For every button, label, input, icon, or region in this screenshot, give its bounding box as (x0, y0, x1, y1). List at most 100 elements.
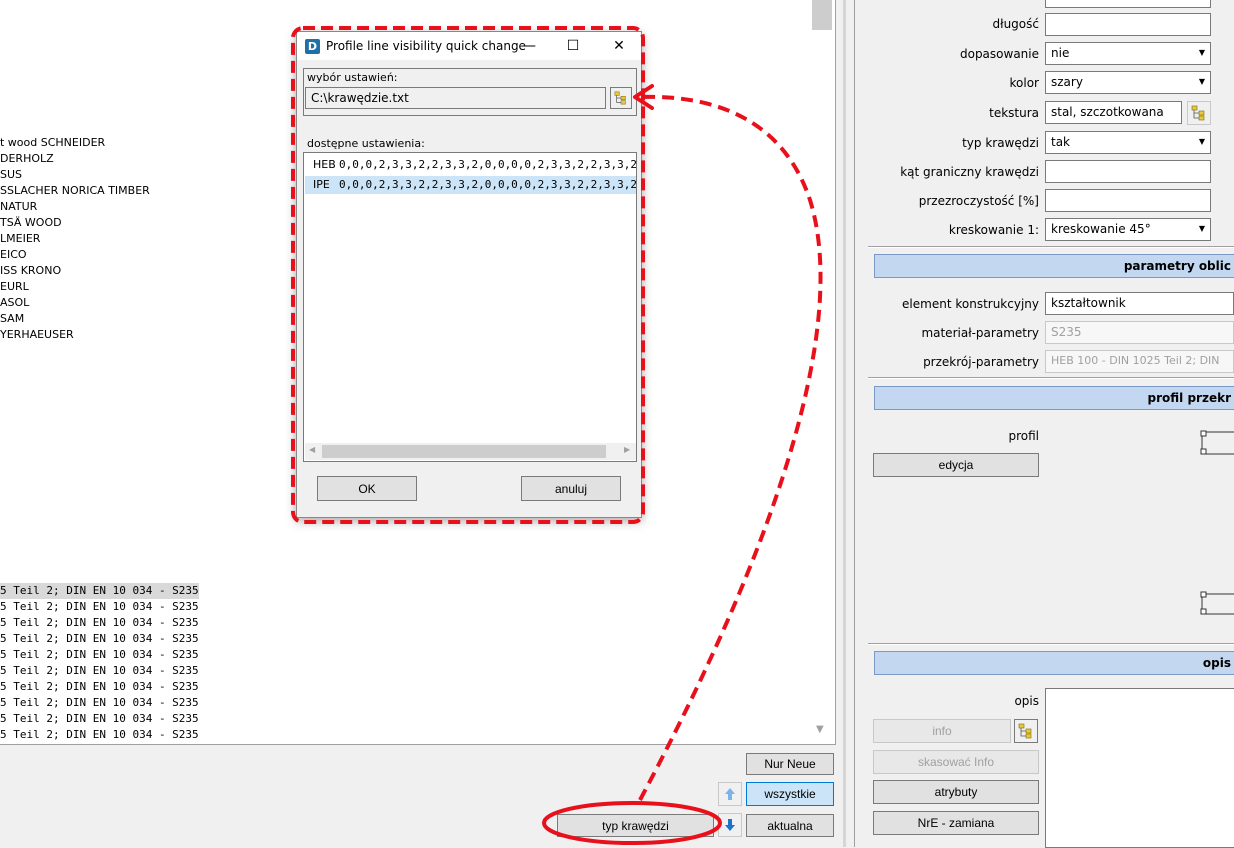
list-item[interactable]: NATUR (0, 199, 37, 215)
table-row[interactable]: 5 Teil 2; DIN EN 10 034 - S235 (0, 615, 199, 631)
profil-label: profil (1008, 429, 1039, 443)
tree-browse-icon (1191, 105, 1205, 121)
kolor-value: szary (1051, 75, 1083, 89)
maximize-button[interactable]: ☐ (551, 32, 595, 60)
list-item[interactable]: ISS KRONO (0, 263, 61, 279)
tekstura-browse-button[interactable] (1187, 101, 1211, 125)
separator (868, 643, 1234, 645)
kat-graniczny-label: kąt graniczny krawędzi (900, 165, 1039, 179)
close-icon: ✕ (613, 38, 625, 54)
table-row[interactable]: 5 Teil 2; DIN EN 10 034 - S235 (0, 727, 199, 743)
separator (868, 246, 1234, 248)
skasowac-info-button[interactable]: skasować Info (873, 750, 1039, 774)
aktualna-button[interactable]: aktualna (746, 814, 834, 837)
close-button[interactable]: ✕ (597, 32, 641, 60)
nur-neue-button[interactable]: Nur Neue (746, 753, 834, 775)
settings-path-field[interactable]: C:\krawędzie.txt (305, 87, 606, 109)
scrollbar-thumb[interactable] (322, 445, 606, 458)
table-row[interactable]: 5 Teil 2; DIN EN 10 034 - S235 (0, 647, 199, 663)
panel-divider (854, 0, 855, 847)
edycja-button[interactable]: edycja (873, 453, 1039, 477)
dopasowanie-select[interactable]: nie (1045, 42, 1211, 65)
info-button[interactable]: info (873, 719, 1011, 743)
wszystkie-button[interactable]: wszystkie (746, 782, 834, 806)
element-konstrukcyjny-field[interactable]: kształtownik (1045, 292, 1234, 315)
list-item[interactable]: t wood SCHNEIDER (0, 135, 105, 151)
table-row[interactable]: 5 Teil 2; DIN EN 10 034 - S235 (0, 599, 199, 615)
ok-button[interactable]: OK (317, 476, 417, 501)
list-item[interactable]: SUS (0, 167, 22, 183)
opis-section-header[interactable]: opis (874, 651, 1234, 675)
list-item[interactable]: SSLACHER NORICA TIMBER (0, 183, 150, 199)
tree-browse-icon (614, 91, 626, 105)
list-item[interactable]: YERHAEUSER (0, 327, 74, 343)
typ-krawedzi-button[interactable]: typ krawędzi (557, 814, 714, 837)
separator (868, 377, 1234, 379)
move-down-button[interactable] (718, 813, 742, 837)
przekroj-parametry-label: przekrój-parametry (923, 355, 1039, 369)
table-row[interactable]: 5 Teil 2; DIN EN 10 034 - S235 (0, 711, 199, 727)
list-item[interactable]: TSÄ WOOD (0, 215, 62, 231)
opis-textarea[interactable] (1045, 688, 1234, 848)
nre-zamiana-button[interactable]: NrE - zamiana (873, 811, 1039, 835)
profile-preview (1200, 430, 1234, 615)
material-parametry-field: S235 (1045, 321, 1234, 344)
list-item[interactable]: HEB 0,0,0,2,3,3,2,2,3,3,2,0,0,0,0,2,3,3,2… (305, 156, 636, 174)
scroll-right-icon[interactable]: ▶ (624, 445, 630, 454)
table-row[interactable]: 5 Teil 2; DIN EN 10 034 - S235 (0, 695, 199, 711)
table-row[interactable]: 5 Teil 2; DIN EN 10 034 - S235 (0, 583, 199, 599)
calc-params-header[interactable]: parametry oblic (874, 254, 1234, 278)
available-settings-label: dostępne ustawienia: (307, 137, 425, 150)
info-browse-button[interactable] (1014, 719, 1038, 743)
typ-krawedzi-select[interactable]: tak (1045, 131, 1211, 154)
list-item[interactable]: ASOL (0, 295, 29, 311)
panel-splitter[interactable] (843, 0, 846, 847)
przezroczystosc-field[interactable] (1045, 189, 1211, 212)
opis-label: opis (1014, 694, 1039, 708)
list-item[interactable]: EICO (0, 247, 27, 263)
top-field-partial[interactable] (1045, 0, 1211, 8)
scroll-left-icon[interactable]: ◀ (309, 445, 315, 454)
element-konstrukcyjny-label: element konstrukcyjny (902, 297, 1039, 311)
tekstura-field[interactable]: stal, szczotkowana (1045, 101, 1182, 124)
table-row[interactable]: 5 Teil 2; DIN EN 10 034 - S235 (0, 679, 199, 695)
dlugosc-field[interactable] (1045, 13, 1211, 36)
browse-settings-button[interactable] (610, 87, 632, 109)
setting-value: 0,0,0,2,3,3,2,2,3,3,2,0,0,0,0,2,3,3,2,2,… (339, 178, 636, 191)
minimize-button[interactable]: — (507, 32, 551, 60)
kreskowanie-select[interactable]: kreskowanie 45° (1045, 218, 1211, 241)
maximize-icon: ☐ (566, 38, 580, 54)
material-parametry-label: materiał-parametry (921, 326, 1039, 340)
kolor-select[interactable]: szary (1045, 71, 1211, 94)
setting-name: HEB (313, 158, 336, 171)
setting-name: IPE (313, 178, 330, 191)
settings-list[interactable]: HEB 0,0,0,2,3,3,2,2,3,3,2,0,0,0,0,2,3,3,2… (303, 152, 637, 462)
table-row[interactable]: 5 Teil 2; DIN EN 10 034 - S235 (0, 663, 199, 679)
tekstura-label: tekstura (989, 106, 1039, 120)
scroll-down-arrow-icon[interactable]: ▼ (816, 724, 824, 735)
list-item[interactable]: IPE 0,0,0,2,3,3,2,2,3,3,2,0,0,0,0,2,3,3,2… (305, 176, 636, 194)
kolor-label: kolor (1009, 76, 1039, 90)
list-item[interactable]: SAM (0, 311, 24, 327)
typ-krawedzi-value: tak (1051, 135, 1071, 149)
horizontal-scrollbar[interactable]: ◀ ▶ (305, 443, 636, 460)
list-item[interactable]: EURL (0, 279, 29, 295)
move-up-button[interactable] (718, 782, 742, 806)
arrow-up-icon (725, 788, 735, 800)
arrow-down-icon (725, 819, 735, 831)
table-row[interactable]: 5 Teil 2; DIN EN 10 034 - S235 (0, 631, 199, 647)
dialog-titlebar[interactable]: D Profile line visibility quick change —… (297, 32, 641, 60)
profile-visibility-dialog: D Profile line visibility quick change —… (296, 31, 642, 518)
atrybuty-button[interactable]: atrybuty (873, 780, 1039, 804)
list-scrollbar-thumb[interactable] (812, 0, 832, 30)
list-item[interactable]: DERHOLZ (0, 151, 54, 167)
tree-browse-icon (1018, 723, 1032, 739)
list-item[interactable]: LMEIER (0, 231, 40, 247)
profile-section-header[interactable]: profil przekr (874, 386, 1234, 410)
anuluj-button[interactable]: anuluj (521, 476, 621, 501)
kat-graniczny-field[interactable] (1045, 160, 1211, 183)
dlugosc-label: długość (992, 17, 1039, 31)
setting-value: 0,0,0,2,3,3,2,2,3,3,2,0,0,0,0,2,3,3,2,2,… (339, 158, 636, 171)
app-logo-icon: D (305, 39, 320, 54)
przekroj-parametry-field: HEB 100 - DIN 1025 Teil 2; DIN (1045, 350, 1234, 373)
